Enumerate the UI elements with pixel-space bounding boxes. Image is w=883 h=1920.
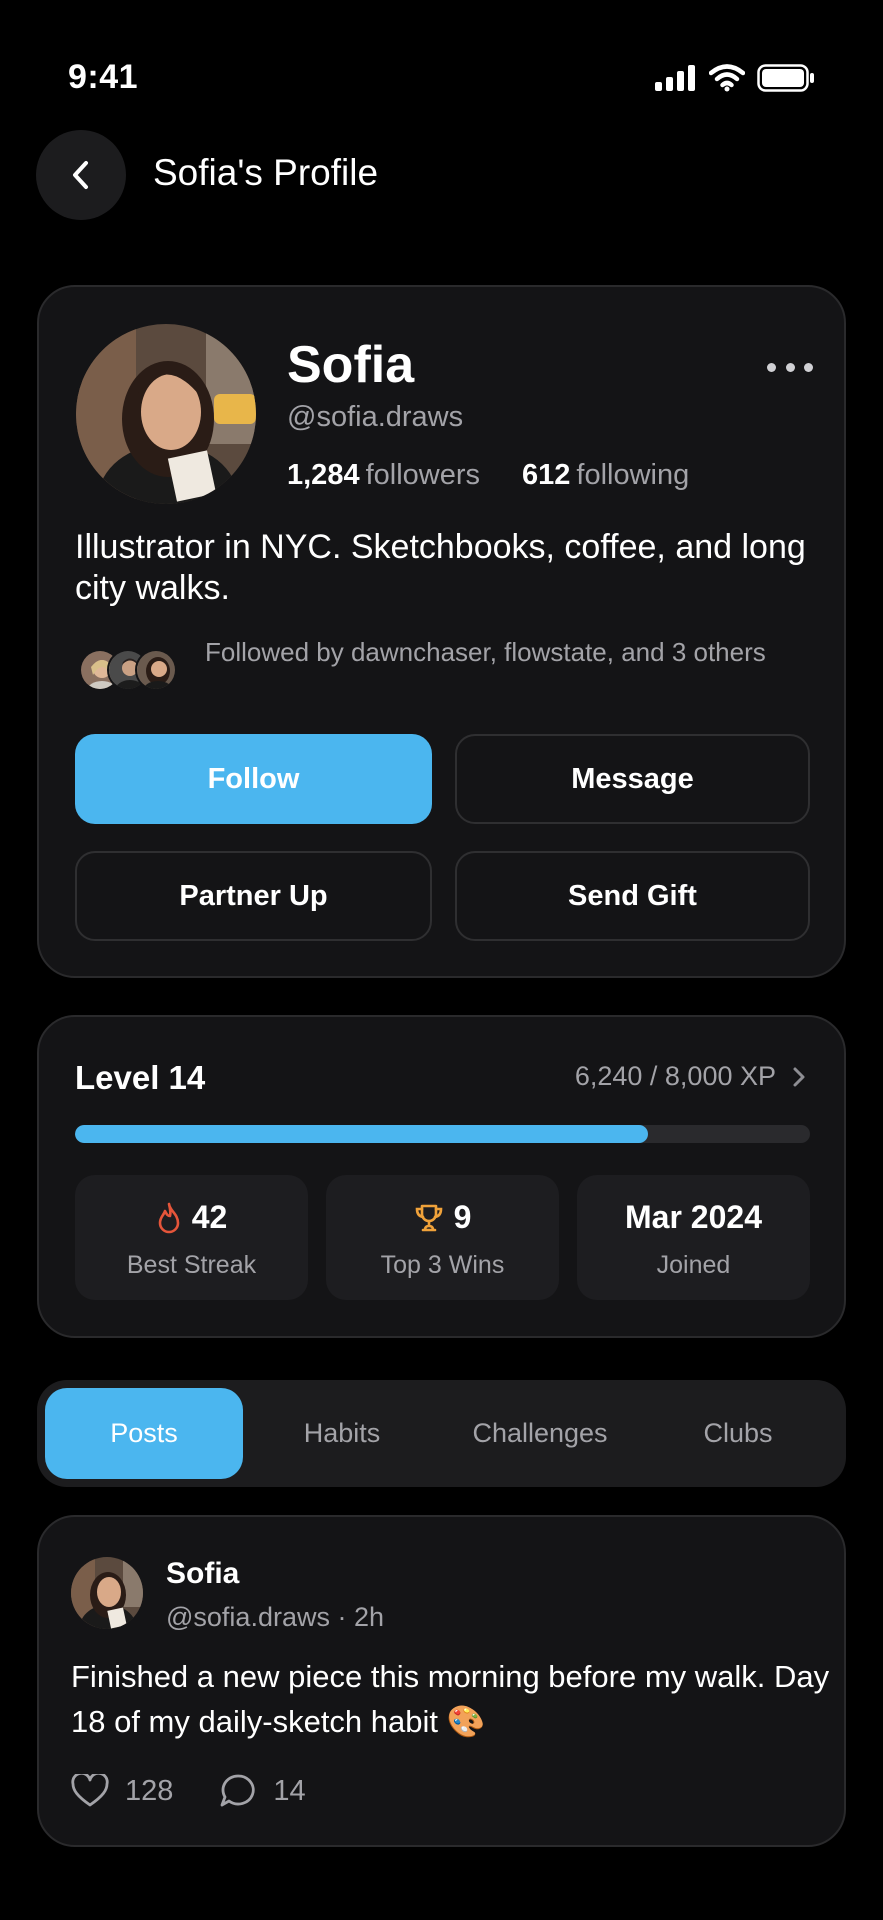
send-gift-button[interactable]: Send Gift — [455, 851, 810, 941]
followers-stat[interactable]: 1,284 followers — [287, 459, 480, 492]
tab-posts[interactable]: Posts — [45, 1388, 243, 1479]
tab-clubs[interactable]: Clubs — [639, 1388, 837, 1479]
wifi-icon — [709, 64, 745, 92]
post-meta: @sofia.draws · 2h — [166, 1602, 384, 1632]
chevron-left-icon — [73, 161, 88, 189]
xp-value: 6,240 / 8,000 XP — [574, 1061, 776, 1091]
flame-icon — [158, 1202, 180, 1233]
profile-tabs: Posts Habits Challenges Clubs — [37, 1380, 846, 1487]
avatar — [135, 649, 177, 691]
following-label: following — [576, 459, 690, 491]
comment-icon — [220, 1774, 255, 1807]
heart-icon — [71, 1774, 109, 1807]
xp-progress-bar — [75, 1125, 810, 1143]
trophy-icon — [415, 1204, 442, 1231]
following-stat[interactable]: 612 following — [522, 459, 689, 492]
post-author-name[interactable]: Sofia — [166, 1557, 239, 1591]
profile-handle: @sofia.draws — [287, 401, 464, 433]
followed-by-text: Followed by dawnchaser, flowstate, and 3… — [205, 637, 766, 667]
follow-stats: 1,284 followers 612 following — [287, 459, 689, 492]
profile-card: Sofia @sofia.draws 1,284 followers 612 fol… — [37, 285, 846, 978]
status-icons — [655, 64, 815, 92]
post-actions: 128 14 — [71, 1773, 306, 1809]
profile-bio: Illustrator in NYC. Sketchbooks, coffee,… — [75, 528, 806, 607]
status-time: 9:41 — [68, 58, 139, 96]
top-3-wins-label: Top 3 Wins — [380, 1251, 505, 1279]
chevron-right-icon — [793, 1067, 805, 1086]
comment-button[interactable]: 14 — [219, 1773, 306, 1809]
following-count: 612 — [522, 459, 571, 491]
best-streak-value: 42 — [191, 1199, 228, 1235]
joined-value: Mar 2024 — [625, 1199, 762, 1235]
followers-label: followers — [365, 459, 481, 491]
top-3-wins-value: 9 — [453, 1199, 472, 1235]
best-streak-label: Best Streak — [126, 1251, 257, 1279]
xp-progress-fill — [75, 1125, 649, 1143]
level-card[interactable]: Level 14 6,240 / 8,000 XP 42 Best Streak… — [37, 1015, 846, 1338]
battery-icon — [757, 64, 814, 92]
comment-count: 14 — [273, 1774, 306, 1807]
joined-label: Joined — [656, 1251, 731, 1279]
best-streak-stat: 42 Best Streak — [75, 1175, 308, 1300]
back-button[interactable] — [36, 130, 126, 220]
follow-button[interactable]: Follow — [75, 734, 432, 824]
message-button[interactable]: Message — [455, 734, 810, 824]
profile-avatar[interactable] — [76, 324, 256, 504]
page-title: Sofia's Profile — [153, 152, 379, 193]
post-text: Finished a new piece this morning before… — [71, 1659, 830, 1739]
level-title: Level 14 — [75, 1059, 206, 1096]
followed-by-avatars — [79, 649, 189, 693]
like-button[interactable]: 128 — [71, 1774, 173, 1808]
profile-name: Sofia — [287, 336, 415, 394]
partner-up-button[interactable]: Partner Up — [75, 851, 432, 941]
tab-habits[interactable]: Habits — [243, 1388, 441, 1479]
top-3-wins-stat: 9 Top 3 Wins — [326, 1175, 559, 1300]
post-author-avatar[interactable] — [71, 1557, 143, 1629]
more-options-icon[interactable] — [767, 357, 813, 377]
status-bar: 9:41 — [0, 56, 883, 106]
tab-challenges[interactable]: Challenges — [441, 1388, 639, 1479]
signal-icon — [655, 65, 695, 91]
like-count: 128 — [125, 1774, 174, 1807]
followers-count: 1,284 — [287, 459, 360, 491]
post-card[interactable]: Sofia @sofia.draws · 2h Finished a new p… — [37, 1515, 846, 1847]
xp-progress-text[interactable]: 6,240 / 8,000 XP — [575, 1061, 806, 1092]
joined-stat: Mar 2024 Joined — [577, 1175, 810, 1300]
